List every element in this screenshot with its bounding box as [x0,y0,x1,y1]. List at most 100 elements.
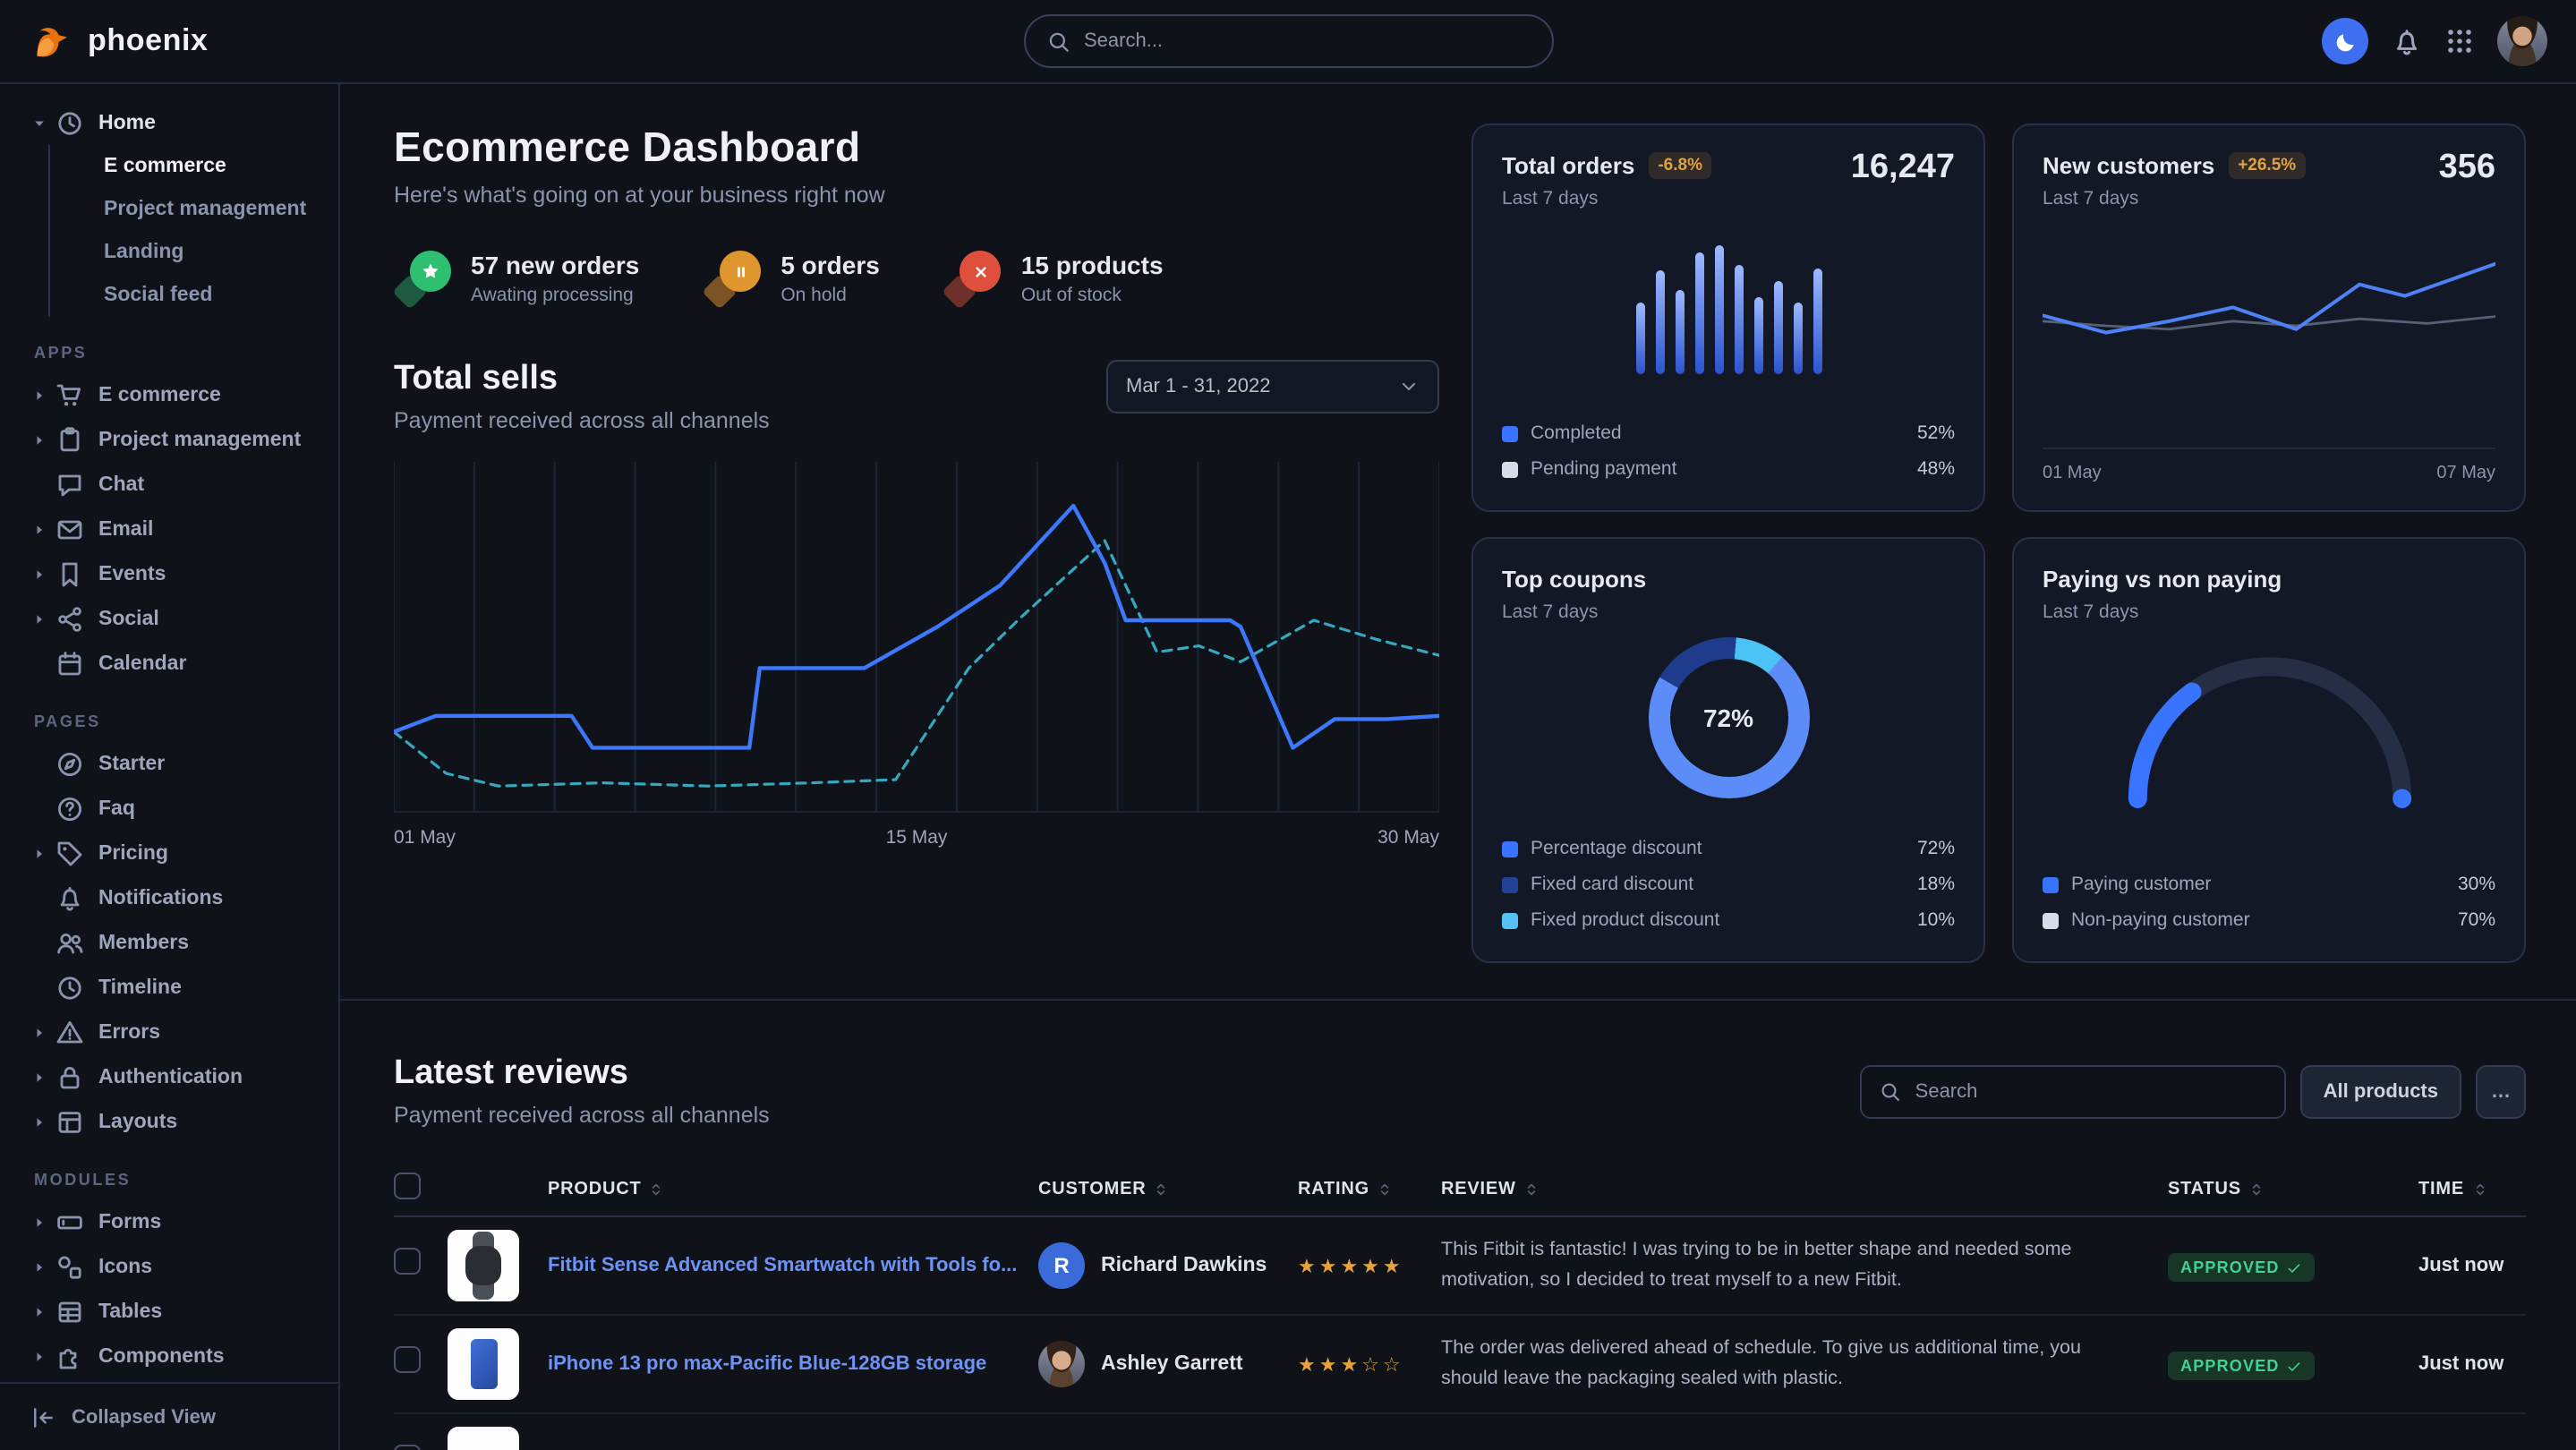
envelope-icon [55,515,84,543]
dashboard-left-column: Ecommerce Dashboard Here's what's going … [394,124,1439,963]
caret-right-icon [32,611,55,626]
row-checkbox[interactable] [394,1346,421,1373]
sort-icon[interactable] [649,1181,665,1198]
sidebar-item-components[interactable]: Components [0,1334,338,1378]
reviews-search-input[interactable] [1915,1080,2266,1102]
total-orders-value: 16,247 [1851,149,1955,188]
col-status: STATUS [2168,1180,2386,1199]
sort-icon[interactable] [1154,1181,1170,1198]
collapse-left-icon [30,1404,55,1429]
caret-right-icon [32,1070,55,1084]
new-customers-chart [2043,235,2495,378]
sidebar-item-project-management[interactable]: Project management [0,417,338,462]
clipboard-icon [55,425,84,454]
sidebar-item-timeline[interactable]: Timeline [0,965,338,1010]
sidebar-item-chat[interactable]: Chat [0,462,338,507]
stat-caption: On hold [780,285,880,306]
apps-grid-icon[interactable] [2445,27,2474,55]
review-time: Just now [2386,1255,2526,1276]
product-link[interactable]: Fitbit Sense Advanced Smartwatch with To… [548,1255,1038,1276]
collapsed-view-toggle[interactable]: Collapsed View [0,1382,338,1450]
stat-orders-on-hold: 5 ordersOn hold [704,251,880,306]
stat-caption: Out of stock [1021,285,1164,306]
global-search[interactable] [1023,14,1553,68]
more-actions-button[interactable]: … [2476,1064,2526,1118]
notifications-bell-icon[interactable] [2392,26,2422,56]
home-submenu: E commerceProject managementLandingSocia… [48,145,338,317]
sidebar-item-errors[interactable]: Errors [0,1010,338,1054]
sidebar-item-calendar[interactable]: Calendar [0,641,338,686]
global-search-input[interactable] [1084,30,1530,52]
top-coupons-card: Top coupons Last 7 days 72% Percentage d… [1471,537,1985,963]
row-checkbox[interactable] [394,1445,421,1450]
legend-swatch [1502,840,1518,857]
caret-right-icon [32,1114,55,1129]
bell-icon [55,883,84,912]
col-product: PRODUCT [548,1180,1038,1199]
sidebar-item-social-feed[interactable]: Social feed [50,274,338,317]
reviews-subtitle: Payment received across all channels [394,1103,770,1128]
sidebar-item-email[interactable]: Email [0,507,338,551]
sidebar-item-landing[interactable]: Landing [50,231,338,274]
order-bar [1734,265,1743,374]
sort-icon[interactable] [1523,1181,1540,1198]
check-icon [2287,1259,2303,1275]
sidebar-item-pricing[interactable]: Pricing [0,831,338,875]
change-badge: +26.5% [2229,152,2305,179]
orders-bar-chart [1502,238,1955,374]
sidebar-item-forms[interactable]: Forms [0,1199,338,1244]
card-title: New customers [2043,152,2214,179]
date-range-select[interactable]: Mar 1 - 31, 2022 [1106,360,1439,414]
sort-icon[interactable] [2248,1181,2265,1198]
order-bar [1753,297,1762,374]
sidebar-item-notifications[interactable]: Notifications [0,875,338,920]
donut-center-value: 72% [1669,659,1787,777]
dashboard-cards: Total orders -6.8% Last 7 days 16,247 Co… [1471,124,2526,963]
sidebar-item-project-management[interactable]: Project management [50,188,338,231]
paying-vs-nonpaying-card: Paying vs non paying Last 7 days Paying … [2012,537,2526,963]
sort-icon[interactable] [1377,1181,1393,1198]
theme-toggle-button[interactable] [2322,18,2368,64]
sidebar-item-e-commerce[interactable]: E commerce [50,145,338,188]
total-sells-subtitle: Payment received across all channels [394,408,770,433]
caret-right-icon [32,1259,55,1274]
latest-reviews-section: Latest reviews Payment received across a… [340,1001,2576,1450]
page-title: Ecommerce Dashboard [394,124,1439,172]
legend-swatch [2043,912,2059,928]
out-of-stock-bubble [944,251,1003,306]
order-bar [1793,303,1802,374]
stat-caption: Awating processing [471,285,639,306]
legend-row: Percentage discount72% [1502,834,1955,863]
table-row: iPhone 13 pro max-Pacific Blue-128GB sto… [394,1316,2526,1414]
new-customers-value: 356 [2439,149,2495,188]
sidebar-item-e-commerce[interactable]: E commerce [0,372,338,417]
reviews-search[interactable] [1860,1064,2286,1118]
chevron-down-icon [1398,376,1420,397]
phoenix-logo-icon [29,19,73,64]
user-avatar[interactable] [2497,16,2547,66]
sidebar-item-home[interactable]: Home [0,100,338,145]
sidebar-item-tables[interactable]: Tables [0,1289,338,1334]
sidebar-item-social[interactable]: Social [0,596,338,641]
row-checkbox[interactable] [394,1248,421,1275]
select-all-checkbox[interactable] [394,1172,421,1198]
legend-swatch [2043,876,2059,892]
review-time: Just now [2386,1353,2526,1375]
sidebar-item-icons[interactable]: Icons [0,1244,338,1289]
card-title: Paying vs non paying [2043,566,2282,593]
sort-icon[interactable] [2471,1181,2487,1198]
sidebar-item-layouts[interactable]: Layouts [0,1099,338,1144]
brand-name: phoenix [88,23,209,59]
sidebar-item-faq[interactable]: Faq [0,786,338,831]
sidebar-item-starter[interactable]: Starter [0,741,338,786]
sidebar-item-members[interactable]: Members [0,920,338,965]
product-link[interactable]: iPhone 13 pro max-Pacific Blue-128GB sto… [548,1353,1038,1375]
all-products-button[interactable]: All products [2300,1064,2461,1118]
customer-avatar [1038,1439,1085,1450]
brand[interactable]: phoenix [29,19,209,64]
col-time: TIME [2386,1180,2526,1199]
sidebar-item-authentication[interactable]: Authentication [0,1054,338,1099]
sidebar-item-events[interactable]: Events [0,551,338,596]
review-text: The order was delivered ahead of schedul… [1441,1335,2168,1395]
legend-row: Pending payment48% [1502,455,1955,483]
